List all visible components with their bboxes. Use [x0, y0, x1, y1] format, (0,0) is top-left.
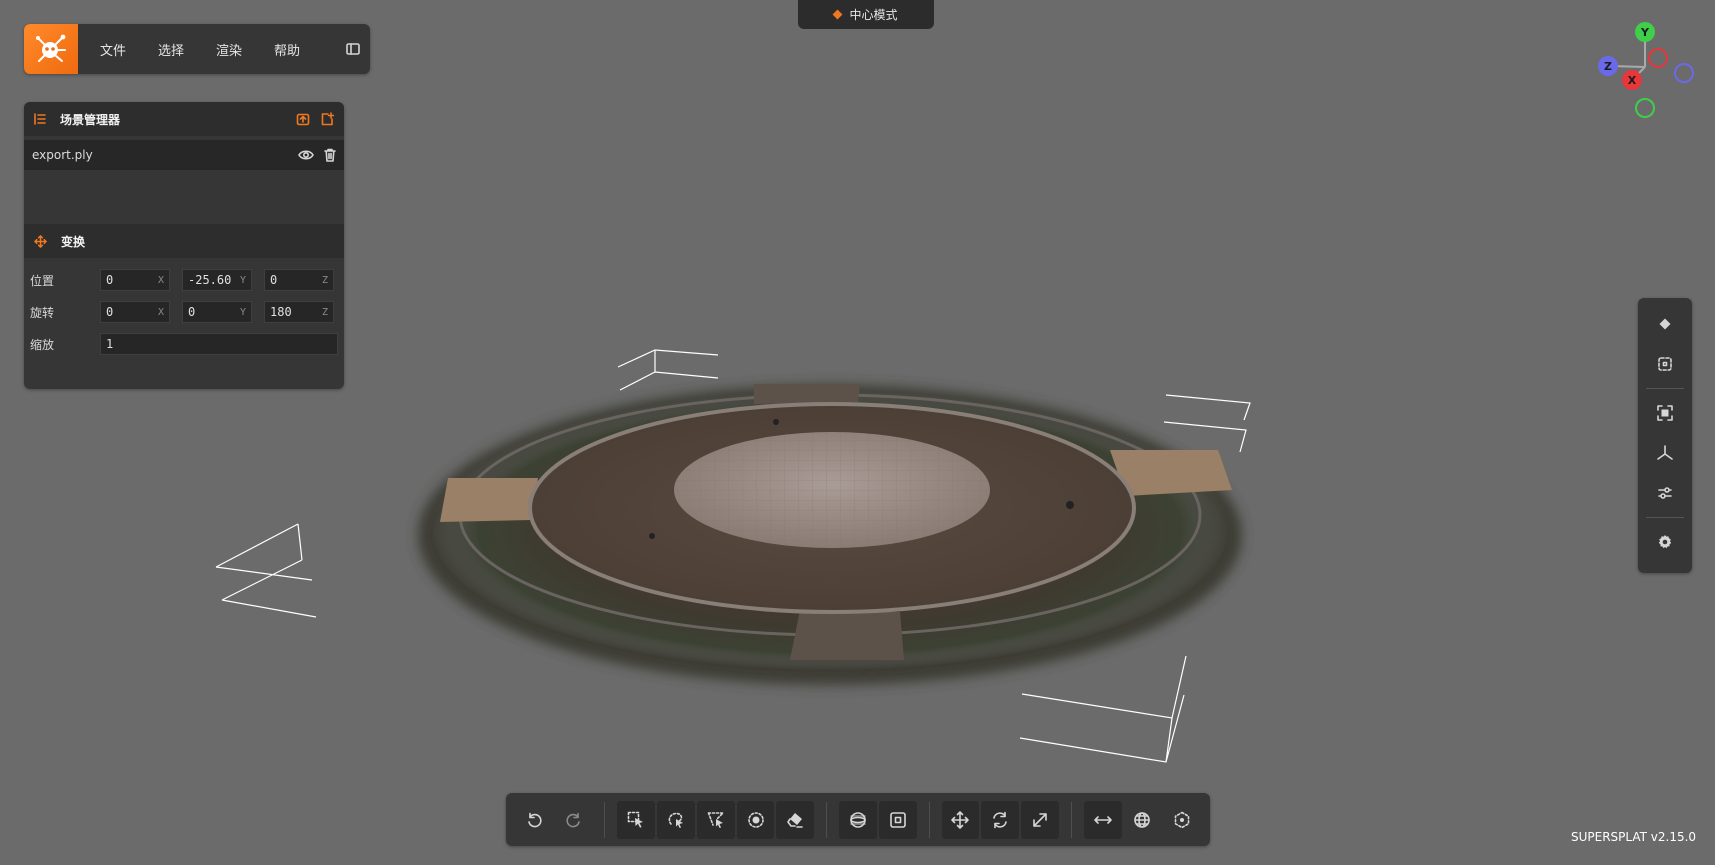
svg-text:X: X	[1628, 74, 1637, 87]
coordinate-space-button[interactable]	[1124, 801, 1162, 839]
toolbar-separator	[826, 801, 828, 838]
scene-item[interactable]: export.ply	[24, 140, 344, 170]
frame-selection-button[interactable]	[1645, 344, 1685, 384]
trash-icon[interactable]	[324, 148, 336, 162]
splat-mode-button[interactable]	[1645, 304, 1685, 344]
translate-tool-button[interactable]	[941, 800, 980, 839]
position-x-input[interactable]: 0X	[100, 269, 170, 291]
version-label: SUPERSPLAT v2.15.0	[1571, 830, 1697, 844]
scale-label: 缩放	[30, 337, 55, 352]
globe-icon	[1134, 811, 1151, 828]
box-select-button[interactable]	[878, 800, 917, 839]
scene-manager-title: 场景管理器	[60, 112, 121, 127]
redo-button[interactable]	[555, 801, 593, 839]
rotation-label: 旋转	[30, 305, 55, 320]
sphere-select-button[interactable]	[839, 800, 877, 839]
app-logo[interactable]	[24, 24, 78, 74]
toolbar-separator	[1070, 801, 1072, 838]
rotate-icon	[993, 811, 1008, 828]
menu-render[interactable]: 渲染	[200, 40, 258, 59]
splat-model[interactable]	[418, 384, 1242, 685]
right-toolbar-separator	[1646, 517, 1684, 518]
list-icon	[34, 113, 46, 125]
rotation-row: 旋转 0X 0Y 180 Z	[30, 296, 338, 328]
mode-label: 中心模式	[849, 8, 898, 22]
redo-icon	[566, 812, 580, 827]
mode-diamond-icon	[833, 9, 843, 20]
undo-icon	[528, 812, 542, 827]
move-icon	[951, 810, 970, 829]
lasso-select-icon	[668, 812, 684, 828]
focus-button[interactable]	[1645, 393, 1685, 433]
new-scene-icon[interactable]	[320, 112, 334, 126]
lasso-select-button[interactable]	[657, 800, 695, 839]
eye-icon[interactable]	[298, 149, 314, 161]
rotation-x-input[interactable]: 0X	[100, 301, 170, 323]
scene-manager-panel: 场景管理器 export.ply 变换 位置 0 X -25.60 Y 0 Z …	[24, 102, 344, 389]
import-icon[interactable]	[296, 112, 310, 126]
toolbar-separator	[604, 801, 606, 838]
menu-file[interactable]: 文件	[84, 40, 142, 59]
panel-toggle-icon	[346, 43, 360, 55]
measure-icon	[1093, 815, 1112, 824]
focus-icon	[1657, 405, 1673, 421]
gizmo-neg-y[interactable]	[1635, 98, 1655, 118]
eraser-button[interactable]	[776, 800, 815, 839]
settings-button[interactable]	[1645, 522, 1685, 562]
toolbar-separator	[928, 801, 930, 838]
menu-select[interactable]: 选择	[142, 40, 200, 59]
supersplat-logo-icon	[36, 34, 66, 62]
diamond-icon	[1659, 318, 1671, 330]
mode-indicator[interactable]: 中心模式	[798, 0, 934, 29]
view-gizmo[interactable]: Y Z X	[1592, 18, 1704, 124]
menu-bar: 文件 选择 渲染 帮助	[24, 24, 370, 74]
gizmo-neg-z[interactable]	[1674, 63, 1694, 83]
scene-item-name: export.ply	[32, 148, 93, 162]
rotation-y-input[interactable]: 0Y	[182, 301, 252, 323]
eraser-icon	[787, 812, 804, 828]
polygon-select-icon	[707, 811, 724, 828]
origin-button[interactable]	[1163, 801, 1201, 839]
rect-select-icon	[628, 811, 644, 828]
frame-selection-icon	[1658, 357, 1672, 371]
transform-header: 变换	[24, 224, 344, 258]
measure-button[interactable]	[1083, 800, 1122, 839]
polygon-select-button[interactable]	[696, 800, 735, 839]
box-select-icon	[889, 811, 906, 828]
axes-icon	[1657, 445, 1673, 460]
gizmo-neg-x[interactable]	[1648, 48, 1668, 68]
transform-fields: 位置 0X -25.60 Y 0Z 旋转 0X 0Y 180 Z 缩放 1	[24, 258, 344, 360]
scale-input[interactable]: 1	[100, 333, 338, 355]
svg-text:Y: Y	[1640, 26, 1650, 39]
svg-text:Z: Z	[1604, 60, 1612, 73]
position-z-input[interactable]: 0Z	[264, 269, 334, 291]
position-row: 位置 0X -25.60 Y 0Z	[30, 264, 338, 296]
right-toolbar-separator	[1646, 388, 1684, 389]
brush-select-button[interactable]	[736, 800, 775, 839]
move-icon	[34, 234, 47, 248]
undo-button[interactable]	[515, 801, 553, 839]
transform-title: 变换	[61, 234, 86, 249]
rotate-tool-button[interactable]	[981, 800, 1020, 839]
menu-help[interactable]: 帮助	[258, 40, 316, 59]
right-toolbar	[1638, 298, 1692, 573]
origin-icon	[1174, 811, 1190, 828]
brush-select-icon	[747, 811, 764, 828]
scene-manager-header: 场景管理器	[24, 102, 344, 136]
position-y-input[interactable]: -25.60 Y	[182, 269, 252, 291]
position-label: 位置	[30, 273, 55, 288]
rect-select-button[interactable]	[617, 800, 656, 839]
scale-row: 缩放 1	[30, 328, 338, 360]
sphere-select-icon	[850, 811, 866, 828]
view-settings-button[interactable]	[1645, 473, 1685, 513]
gear-icon	[1658, 535, 1672, 549]
rotation-z-input[interactable]: 180 Z	[264, 301, 334, 323]
scale-tool-button[interactable]	[1021, 800, 1059, 839]
collapse-menu-button[interactable]	[346, 43, 360, 55]
scene-list-empty-area	[24, 170, 344, 224]
scale-icon	[1033, 812, 1047, 827]
sliders-icon	[1658, 487, 1672, 499]
show-axes-button[interactable]	[1645, 433, 1685, 473]
bottom-toolbar	[506, 793, 1210, 846]
